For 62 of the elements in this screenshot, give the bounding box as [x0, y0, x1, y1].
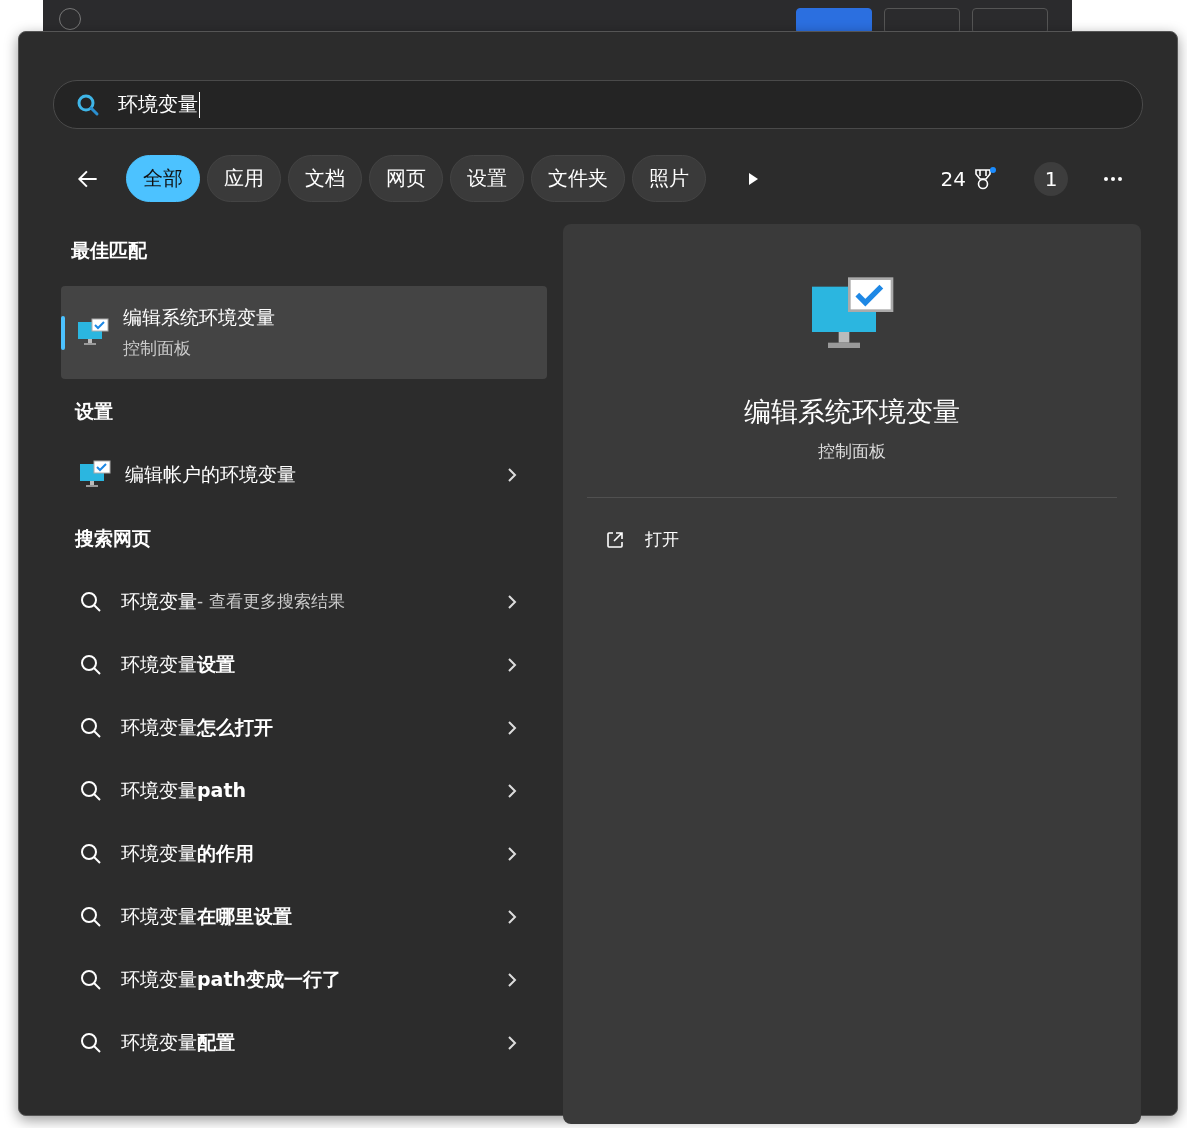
web-search-result[interactable]: 环境变量配置 [61, 1011, 547, 1074]
result-label: 环境变量怎么打开 [121, 714, 273, 740]
web-search-result[interactable]: 环境变量在哪里设置 [61, 885, 547, 948]
web-search-result[interactable]: 环境变量怎么打开 [61, 696, 547, 759]
filter-tab[interactable]: 文档 [288, 155, 362, 202]
chevron-right-icon [507, 1034, 517, 1051]
result-label: 环境变量path [121, 777, 247, 803]
settings-result[interactable]: 编辑帐户的环境变量 [61, 443, 547, 506]
web-search-result[interactable]: 环境变量设置 [61, 633, 547, 696]
detail-title: 编辑系统环境变量 [744, 395, 960, 429]
filter-tab[interactable]: 文件夹 [531, 155, 625, 202]
web-search-result[interactable]: 环境变量- 查看更多搜索结果 [61, 570, 547, 633]
chevron-right-icon [507, 593, 517, 610]
detail-subtitle: 控制面板 [818, 440, 886, 463]
filter-tab[interactable]: 应用 [207, 155, 281, 202]
chevron-right-icon [507, 845, 517, 862]
monitor-icon [79, 459, 111, 490]
monitor-icon [77, 317, 109, 348]
search-icon [79, 589, 103, 614]
search-icon [79, 904, 103, 929]
search-icon [79, 778, 103, 803]
section-heading: 搜索网页 [75, 526, 152, 551]
best-match-item[interactable]: 编辑系统环境变量 控制面板 [61, 286, 547, 379]
open-action[interactable]: 打开 [605, 528, 679, 551]
search-field[interactable]: 环境变量 [53, 80, 1143, 129]
chevron-right-icon [507, 656, 517, 673]
chevron-right-icon [507, 971, 517, 988]
section-heading: 设置 [75, 399, 114, 424]
more-icon[interactable] [1103, 175, 1123, 182]
result-hint: - 查看更多搜索结果 [197, 590, 345, 613]
search-icon [79, 841, 103, 866]
filter-tab[interactable]: 网页 [369, 155, 443, 202]
result-label: 环境变量 [121, 588, 197, 614]
result-label: 环境变量配置 [121, 1029, 235, 1055]
search-icon [79, 967, 103, 992]
profile-badge[interactable]: 1 [1034, 161, 1068, 196]
chevron-right-icon [507, 719, 517, 736]
item-title: 编辑系统环境变量 [123, 305, 275, 330]
search-icon [79, 1030, 103, 1055]
search-icon [79, 652, 103, 677]
search-icon [76, 92, 100, 117]
medal-icon[interactable] [973, 165, 999, 192]
chevron-right-icon [507, 782, 517, 799]
chevron-right-icon [507, 466, 517, 483]
result-label: 环境变量path变成一行了 [121, 966, 342, 992]
search-icon [79, 715, 103, 740]
item-subtitle: 控制面板 [123, 337, 192, 360]
result-label: 环境变量设置 [121, 651, 235, 677]
result-label: 环境变量在哪里设置 [121, 903, 292, 929]
result-label: 编辑帐户的环境变量 [125, 461, 296, 487]
web-search-result[interactable]: 环境变量的作用 [61, 822, 547, 885]
filter-tab[interactable]: 全部 [126, 155, 200, 202]
filter-tab[interactable]: 照片 [632, 155, 706, 202]
points-count: 24 [940, 166, 966, 191]
section-heading: 最佳匹配 [71, 238, 148, 263]
ok-button[interactable] [796, 8, 872, 34]
web-search-result[interactable]: 环境变量path [61, 759, 547, 822]
external-link-icon [605, 529, 625, 550]
filter-tab[interactable]: 设置 [450, 155, 524, 202]
result-label: 环境变量的作用 [121, 840, 254, 866]
chevron-right-icon [507, 908, 517, 925]
web-search-result[interactable]: 环境变量path变成一行了 [61, 948, 547, 1011]
